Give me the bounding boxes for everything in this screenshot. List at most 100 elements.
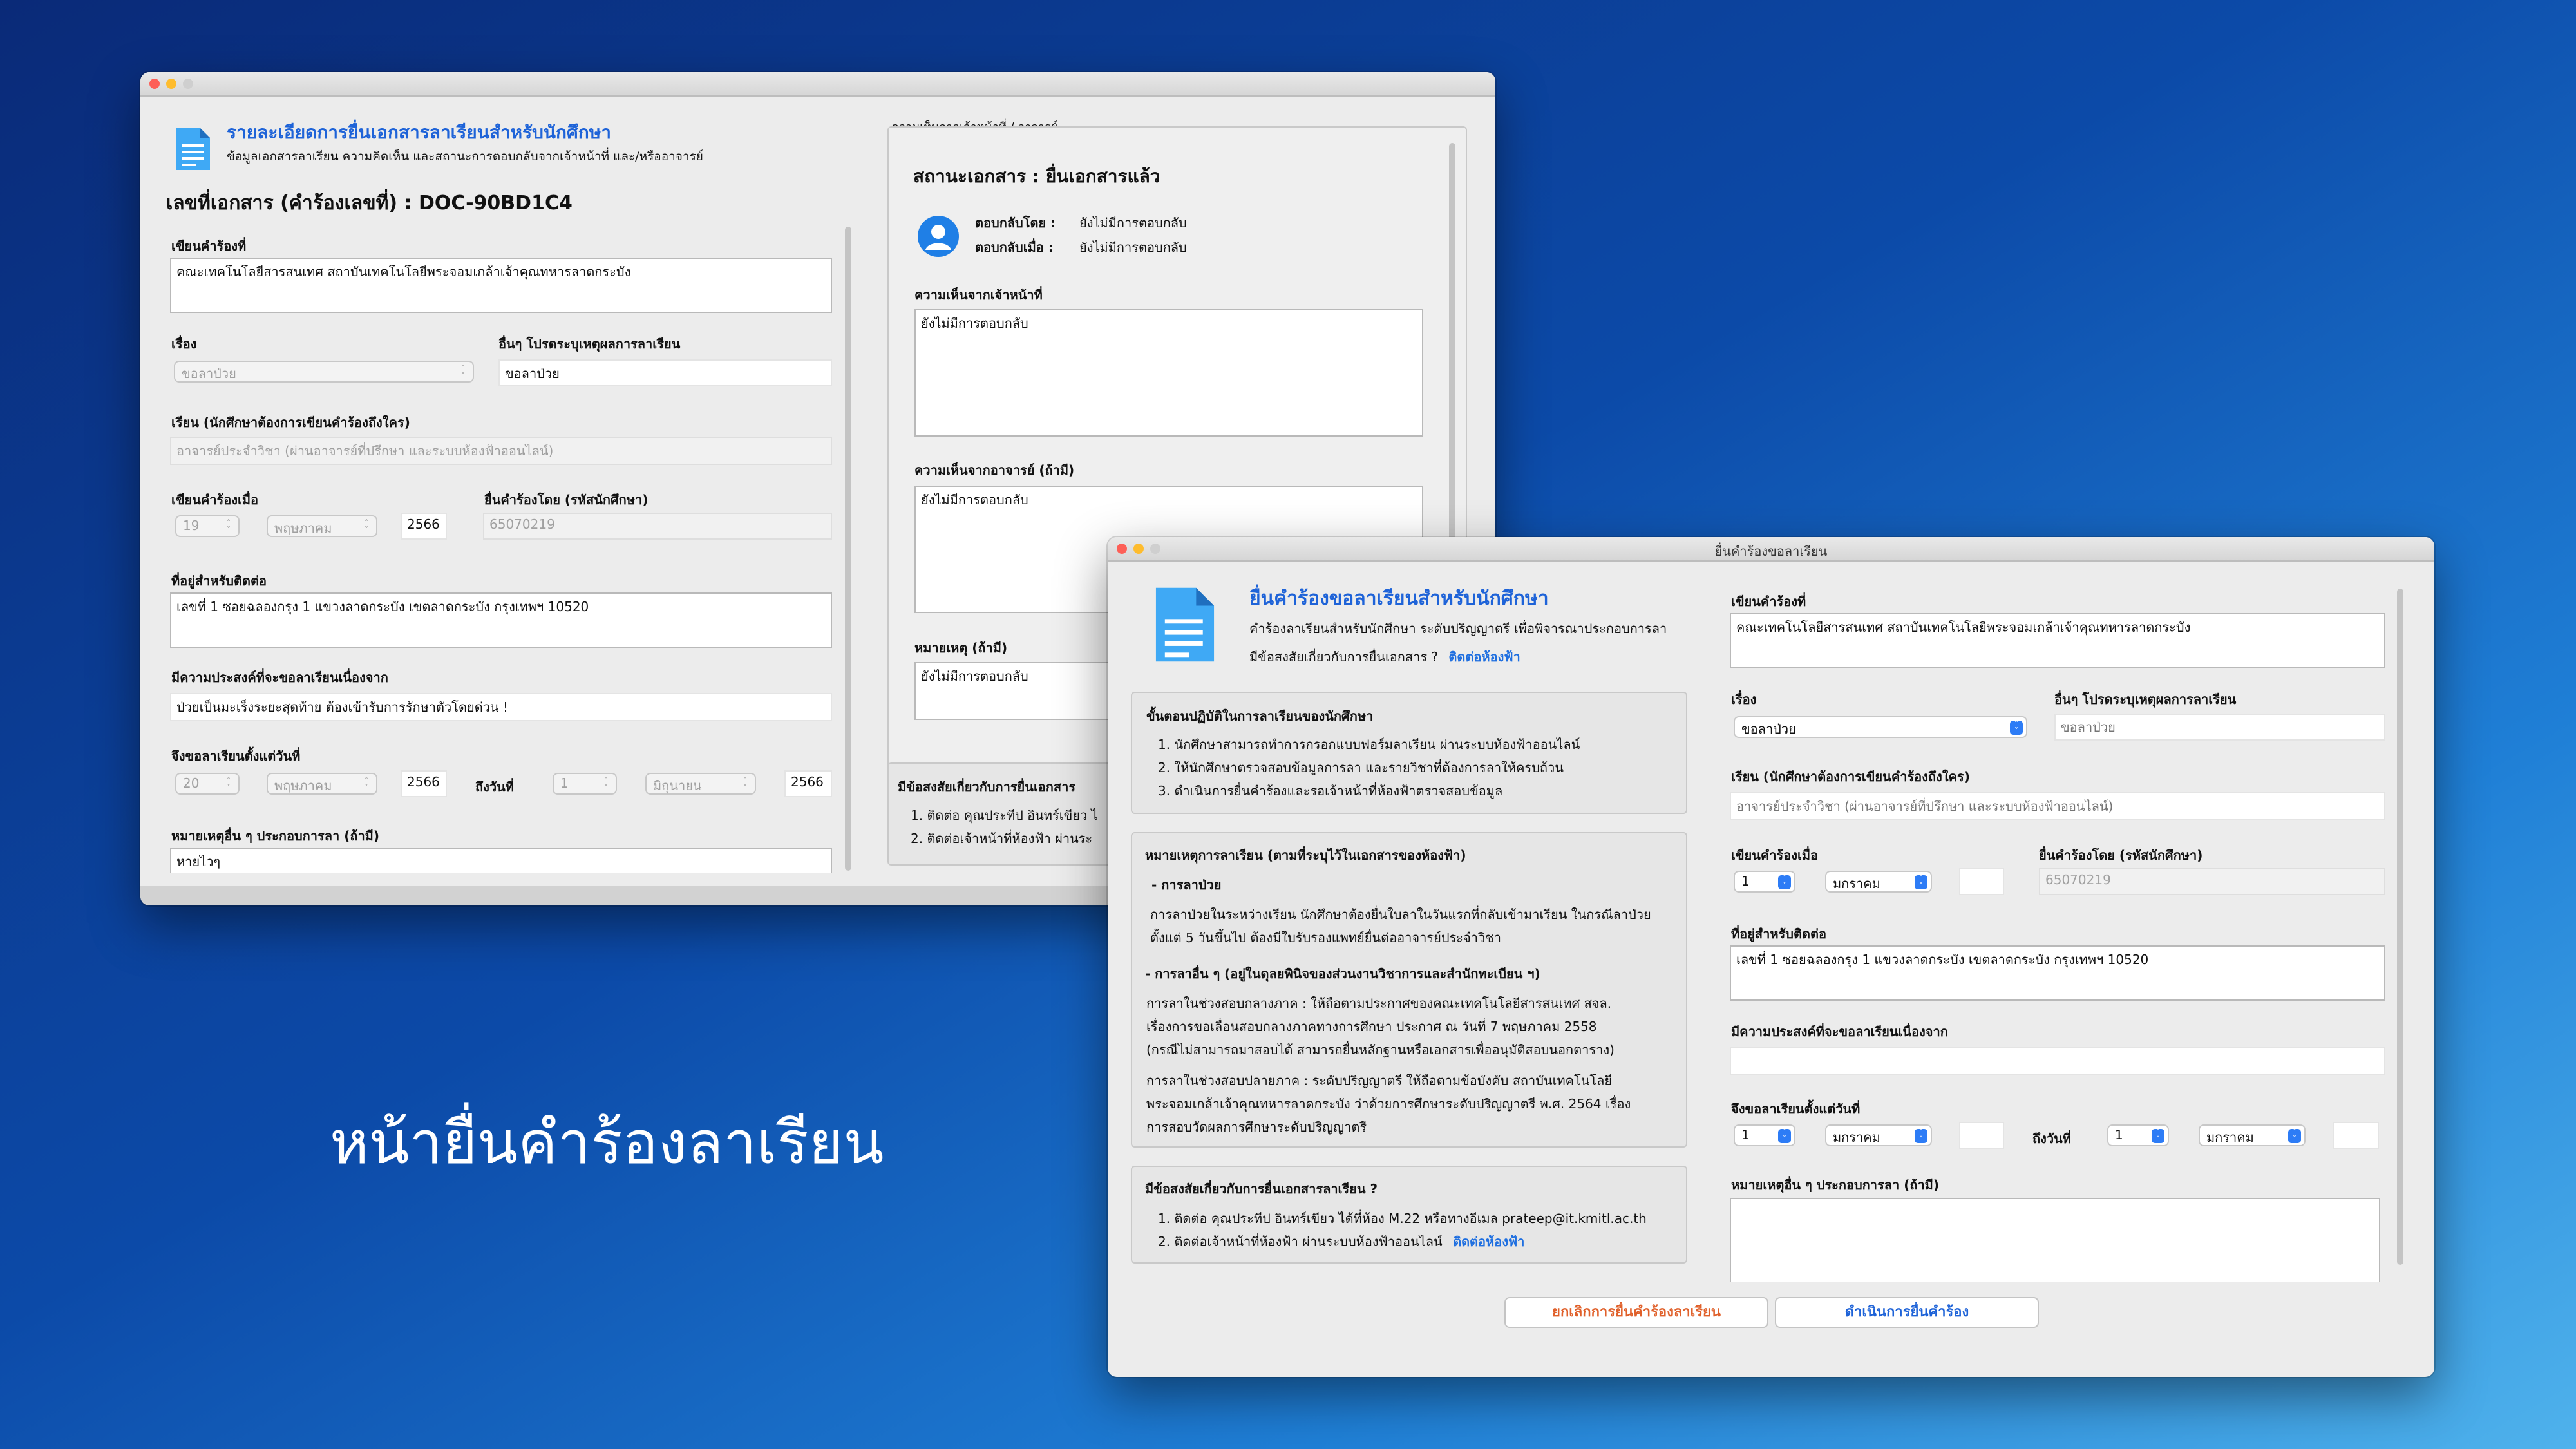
other-leave-text: การลาในช่วงสอบกลางภาค : ให้ถือตามประกาศข… [1146, 996, 1612, 1011]
select-arrows-icon: ˄ ˅ [1778, 1128, 1791, 1143]
address-field[interactable]: เลขที่ 1 ซอยฉลองกรุง 1 แขวงลาดกระบัง เขต… [1730, 945, 2385, 1001]
select-arrows-icon: ˄ ˅ [1915, 875, 1927, 889]
subject-value: ขอลาป่วย [182, 366, 236, 381]
close-button[interactable] [149, 79, 160, 89]
reason-field[interactable]: ป่วยเป็นมะเร็งระยะสุดท้าย ต้องเข้ารับการ… [170, 693, 832, 721]
write-month-select[interactable]: พฤษภาคม ˄ ˅ [267, 515, 377, 537]
address-label: ที่อยู่สำหรับติดต่อ [171, 573, 267, 589]
write-day-select[interactable]: 19 ˄ ˅ [175, 515, 240, 537]
to-day-select[interactable]: 1 ˄ ˅ [553, 773, 617, 795]
subject-value: ขอลาป่วย [1741, 721, 1796, 737]
note-label: หมายเหตุอื่น ๆ ประกอบการลา (ถ้ามี) [171, 828, 380, 844]
write-at-field[interactable]: คณะเทคโนโลยีสารสนเทศ สถาบันเทคโนโลยีพระจ… [1730, 613, 2385, 668]
teacher-comment-label: ความเห็นจากอาจารย์ (ถ้ามี) [914, 462, 1075, 478]
write-month-select[interactable]: มกราคม ˄ ˅ [1825, 871, 1932, 893]
faq-item: 2. ติดต่อเจ้าหน้าที่ห้องฟ้า ผ่านระบบห้อง… [1158, 1231, 1524, 1252]
to-month-select[interactable]: มิถุนายน ˄ ˅ [645, 773, 756, 795]
form-scrollbar[interactable] [2397, 589, 2403, 1265]
notes-title: หมายเหตุการลาเรียน (ตามที่ระบุไว้ในเอกสา… [1145, 848, 1466, 863]
left-scrollbar[interactable] [845, 227, 851, 871]
dear-field[interactable]: อาจารย์ประจำวิชา (ผ่านอาจารย์ที่ปรึกษา แ… [170, 437, 832, 465]
cancel-button[interactable]: ยกเลิกการยื่นคำร้องลาเรียน [1504, 1297, 1768, 1328]
reason-input[interactable] [1730, 1047, 2385, 1075]
faq-item: 2. ติดต่อเจ้าหน้าที่ห้องฟ้า ผ่านระ [911, 831, 1093, 846]
detail-subtitle: ข้อมูลเอกสารลาเรียน ความคิดเห็น และสถานะ… [227, 149, 703, 164]
write-month-value: พฤษภาคม [274, 520, 332, 536]
subject-select[interactable]: ขอลาป่วย ˄ ˅ [174, 361, 474, 383]
contact-link[interactable]: ติดต่อห้องฟ้า [1448, 649, 1520, 665]
note-field[interactable]: หายไวๆ [170, 848, 832, 873]
select-arrows-icon: ˄ ˅ [743, 776, 747, 792]
note-textarea[interactable] [1730, 1198, 2380, 1282]
submit-by-field[interactable]: 65070219 [483, 513, 832, 540]
select-arrows-icon: ˄ ˅ [227, 776, 231, 792]
other-reason-label: อื่นๆ โปรดระบุเหตุผลการลาเรียน [2054, 692, 2237, 707]
faq-item-text: 2. ติดต่อเจ้าหน้าที่ห้องฟ้า ผ่านระบบห้อง… [1158, 1234, 1443, 1249]
reply-by-value: ยังไม่มีการตอบกลับ [1079, 215, 1187, 231]
form-titlebar: ยื่นคำร้องขอลาเรียน [1108, 537, 2434, 562]
faq-contact-link[interactable]: ติดต่อห้องฟ้า [1453, 1234, 1524, 1249]
to-year-field[interactable]: 2566 [784, 770, 832, 797]
other-reason-input[interactable] [2054, 714, 2385, 741]
to-month-value: มิถุนายน [653, 778, 702, 793]
to-day-value: 1 [560, 775, 569, 791]
from-date-label: จึงขอลาเรียนตั้งแต่วันที่ [1731, 1101, 1861, 1117]
sick-leave-title: - การลาป่วย [1151, 877, 1222, 893]
subject-label: เรื่อง [171, 336, 197, 352]
select-arrows-icon: ˄ ˅ [2152, 1128, 2164, 1143]
faq-item: 1. ติดต่อ คุณประทีป อินทร์เขียว ได้ที่ห้… [1158, 1211, 1647, 1226]
window-title: ยื่นคำร้องขอลาเรียน [1714, 544, 1828, 559]
select-arrows-icon: ˄ ˅ [365, 518, 368, 535]
write-day-select[interactable]: 1 ˄ ˅ [1734, 871, 1795, 893]
user-avatar-icon [917, 215, 960, 260]
write-day-value: 19 [183, 518, 200, 533]
from-month-select[interactable]: พฤษภาคม ˄ ˅ [267, 773, 377, 795]
to-date-label: ถึงวันที่ [2032, 1131, 2071, 1146]
submit-by-label: ยื่นคำร้องโดย (รหัสนักศึกษา) [484, 492, 649, 507]
write-year-input[interactable] [1959, 868, 2004, 895]
submit-button[interactable]: ดำเนินการยื่นคำร้อง [1775, 1297, 2039, 1328]
from-year-input[interactable] [1959, 1122, 2004, 1149]
address-field[interactable]: เลขที่ 1 ซอยฉลองกรุง 1 แขวงลาดกระบัง เขต… [170, 592, 832, 648]
steps-title: ขั้นตอนปฏิบัติในการลาเรียนของนักศึกษา [1146, 708, 1374, 724]
write-month-value: มกราคม [1833, 876, 1880, 891]
zoom-button[interactable] [183, 79, 193, 89]
to-day-value: 1 [2115, 1127, 2123, 1142]
other-leave-text: การลาในช่วงสอบปลายภาค : ระดับปริญญาตรี ใ… [1146, 1073, 1613, 1088]
to-day-select[interactable]: 1 ˄ ˅ [2107, 1124, 2169, 1146]
select-arrows-icon: ˄ ˅ [604, 776, 608, 792]
from-month-select[interactable]: มกราคม ˄ ˅ [1825, 1124, 1932, 1146]
submit-by-label: ยื่นคำร้องโดย (รหัสนักศึกษา) [2039, 848, 2203, 863]
other-leave-title: - การลาอื่น ๆ (อยู่ในดุลยพินิจของส่วนงาน… [1145, 966, 1540, 981]
from-month-value: พฤษภาคม [274, 778, 332, 793]
dear-label: เรียน (นักศึกษาต้องการเขียนคำร้องถึงใคร) [1731, 769, 1970, 784]
minimize-button[interactable] [166, 79, 176, 89]
other-reason-label: อื่นๆ โปรดระบุเหตุผลการลาเรียน [498, 336, 681, 352]
from-year-field[interactable]: 2566 [401, 770, 447, 797]
write-year-field[interactable]: 2566 [401, 513, 447, 540]
write-at-field[interactable]: คณะเทคโนโลยีสารสนเทศ สถาบันเทคโนโลยีพระจ… [170, 258, 832, 313]
to-month-value: มกราคม [2206, 1130, 2254, 1145]
to-month-select[interactable]: มกราคม ˄ ˅ [2199, 1124, 2306, 1146]
other-leave-text: การสอบวัดผลการศึกษาระดับปริญญาตรี [1146, 1119, 1367, 1135]
from-day-select[interactable]: 20 ˄ ˅ [175, 773, 240, 795]
dear-input[interactable] [1730, 792, 2385, 820]
form-window: ยื่นคำร้องขอลาเรียน ยื่นคำร้องขอลาเรียนส… [1108, 537, 2434, 1377]
from-month-value: มกราคม [1833, 1130, 1880, 1145]
step-item: 2. ให้นักศึกษาตรวจสอบข้อมูลการลา และรายว… [1158, 760, 1564, 775]
submit-by-field[interactable]: 65070219 [2039, 868, 2385, 895]
faq-item: 1. ติดต่อ คุณประทีป อินทร์เขียว ไ [911, 808, 1098, 823]
reply-at-label: ตอบกลับเมื่อ : [975, 240, 1054, 255]
to-year-input[interactable] [2333, 1122, 2379, 1149]
write-at-label: เขียนคำร้องที่ [1731, 594, 1806, 609]
step-item: 3. ดำเนินการยื่นคำร้องและรอเจ้าหน้าที่ห้… [1158, 783, 1503, 799]
dear-label: เรียน (นักศึกษาต้องการเขียนคำร้องถึงใคร) [171, 415, 410, 430]
subject-select[interactable]: ขอลาป่วย ˄ ˅ [1734, 716, 2027, 738]
step-item: 1. นักศึกษาสามารถทำการกรอกแบบฟอร์มลาเรีย… [1158, 737, 1580, 752]
other-reason-field[interactable]: ขอลาป่วย [498, 359, 832, 386]
form-desc: คำร้องลาเรียนสำหรับนักศึกษา ระดับปริญญาต… [1249, 621, 1667, 636]
staff-comment-label: ความเห็นจากเจ้าหน้าที่ [914, 287, 1043, 303]
staff-comment-field[interactable]: ยังไม่มีการตอบกลับ [914, 309, 1423, 437]
to-date-label: ถึงวันที่ [475, 779, 514, 795]
from-day-select[interactable]: 1 ˄ ˅ [1734, 1124, 1795, 1146]
